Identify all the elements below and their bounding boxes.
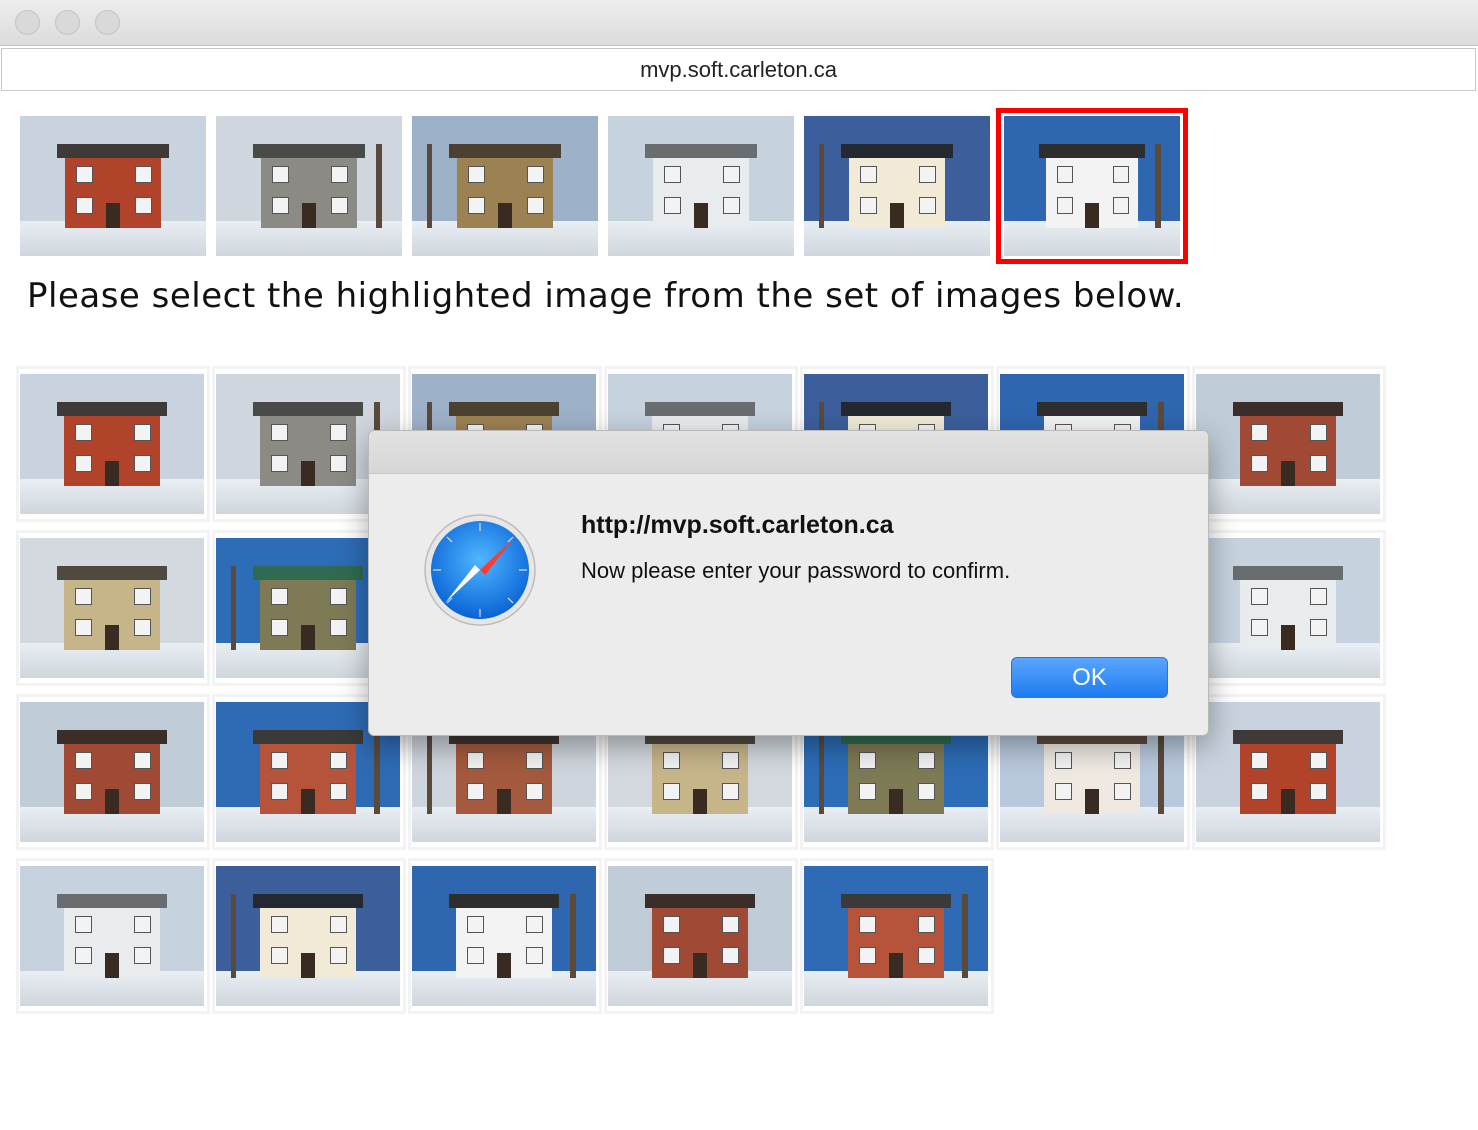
reference-image-5 <box>804 116 990 256</box>
selectable-image-1[interactable] <box>20 374 204 514</box>
selectable-image-26[interactable] <box>804 866 988 1006</box>
selectable-image-25[interactable] <box>608 866 792 1006</box>
address-text: mvp.soft.carleton.ca <box>640 56 837 82</box>
selectable-image-7[interactable] <box>1196 374 1380 514</box>
ok-button[interactable]: OK <box>1011 657 1168 698</box>
selectable-image-22[interactable] <box>20 866 204 1006</box>
selectable-image-23[interactable] <box>216 866 400 1006</box>
selectable-image-24[interactable] <box>412 866 596 1006</box>
reference-image-1 <box>20 116 206 256</box>
zoom-window-button[interactable] <box>95 10 120 35</box>
minimize-window-button[interactable] <box>55 10 80 35</box>
selectable-image-8[interactable] <box>20 538 204 678</box>
selectable-image-21[interactable] <box>1196 702 1380 842</box>
dialog-title: http://mvp.soft.carleton.ca <box>581 511 894 539</box>
selectable-image-15[interactable] <box>20 702 204 842</box>
safari-compass-icon <box>424 514 536 626</box>
reference-image-2 <box>216 116 402 256</box>
alert-dialog: http://mvp.soft.carleton.ca Now please e… <box>368 430 1209 736</box>
address-bar[interactable]: mvp.soft.carleton.ca <box>1 48 1476 91</box>
close-window-button[interactable] <box>15 10 40 35</box>
reference-image-3 <box>412 116 598 256</box>
highlighted-image-frame <box>996 108 1188 264</box>
dialog-message: Now please enter your password to confir… <box>581 558 1011 583</box>
window-titlebar <box>0 0 1478 46</box>
dialog-titlebar <box>369 431 1208 474</box>
selectable-image-14[interactable] <box>1196 538 1380 678</box>
reference-image-4 <box>608 116 794 256</box>
instruction-text: Please select the highlighted image from… <box>27 276 1185 316</box>
